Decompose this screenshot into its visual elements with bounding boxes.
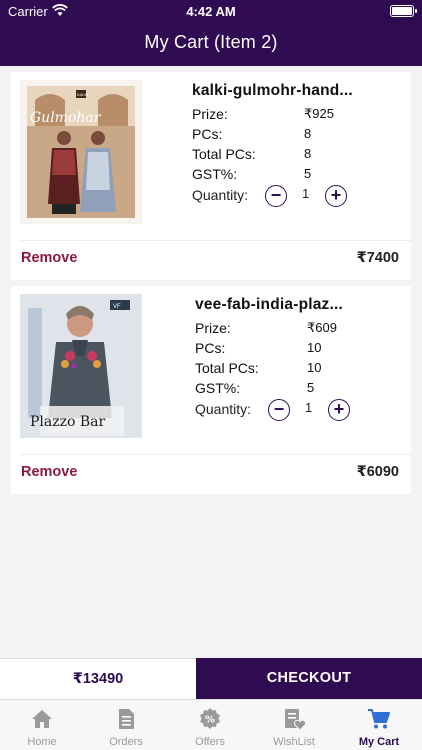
pcs-label: PCs: [192, 126, 223, 142]
product-name[interactable]: kalki-gulmohr-hand... [192, 82, 402, 100]
pcs-row: PCs: 8 [192, 124, 402, 144]
increase-quantity-button[interactable]: + [325, 185, 347, 207]
tab-wishlist[interactable]: WishList [252, 700, 336, 750]
wishlist-icon [285, 709, 306, 731]
cart-item-card: VF Plazzo Bar vee-fab-india-plaz... Priz… [11, 286, 411, 494]
pcs-value: 8 [304, 126, 312, 141]
remove-button[interactable]: Remove [21, 250, 77, 266]
price-value: ₹609 [307, 320, 337, 335]
price-label: Prize: [195, 320, 231, 336]
pcs-value: 10 [307, 340, 322, 355]
increase-quantity-button[interactable]: + [328, 399, 350, 421]
gst-row: GST%: 5 [192, 164, 402, 184]
status-bar: Carrier 4:42 AM [0, 0, 422, 22]
remove-button[interactable]: Remove [21, 464, 77, 480]
tab-label: Offers [195, 736, 225, 748]
gst-row: GST%: 5 [195, 378, 405, 398]
home-icon [32, 710, 52, 728]
tab-label: Orders [109, 736, 143, 748]
price-label: Prize: [192, 106, 228, 122]
quantity-stepper: Quantity: − 1 + [195, 398, 405, 421]
decrease-quantity-button[interactable]: − [268, 399, 290, 421]
tab-my-cart[interactable]: My Cart [337, 700, 421, 750]
total-pcs-label: Total PCs: [195, 360, 259, 376]
checkout-bar: ₹13490 CHECKOUT [0, 658, 422, 699]
thumb-caption: Plazzo Bar [30, 414, 106, 430]
tab-orders[interactable]: Orders [84, 700, 168, 750]
product-image: KALKI [20, 80, 142, 224]
gst-label: GST%: [192, 166, 238, 182]
status-time: 4:42 AM [186, 4, 236, 19]
cart-item-card: KALKI Gulmohar kalki-gulmohr-hand... Pri… [11, 72, 411, 280]
gst-label: GST%: [195, 380, 241, 396]
product-name[interactable]: vee-fab-india-plaz... [195, 296, 405, 314]
tab-offers[interactable]: % Offers [168, 700, 252, 750]
total-pcs-row: Total PCs: 10 [195, 358, 405, 378]
tab-bar: Home Orders % Offers WishList My Cart [0, 699, 422, 750]
total-pcs-value: 10 [307, 360, 322, 375]
price-value: ₹925 [304, 106, 334, 121]
product-thumbnail[interactable]: VF Plazzo Bar [20, 294, 142, 438]
cart-icon [368, 709, 390, 729]
total-pcs-row: Total PCs: 8 [192, 144, 402, 164]
tab-label: My Cart [358, 736, 400, 748]
product-info: vee-fab-india-plaz... Prize: ₹609 PCs: 1… [195, 296, 405, 421]
gst-value: 5 [307, 380, 315, 395]
battery-icon [390, 5, 417, 17]
checkout-button[interactable]: CHECKOUT [196, 658, 422, 699]
price-row: Prize: ₹925 [192, 104, 402, 124]
pcs-label: PCs: [195, 340, 226, 356]
page-title: My Cart (Item 2) [144, 32, 278, 52]
gst-value: 5 [304, 166, 312, 181]
total-pcs-label: Total PCs: [192, 146, 256, 162]
quantity-label: Quantity: [195, 401, 252, 417]
total-pcs-value: 8 [304, 146, 312, 161]
svg-text:%: % [205, 715, 215, 726]
brand-mark: KALKI [77, 92, 88, 97]
offers-icon: % [200, 708, 220, 729]
divider [21, 454, 411, 455]
tab-label: WishList [273, 736, 315, 748]
price-row: Prize: ₹609 [195, 318, 405, 338]
product-thumbnail[interactable]: KALKI Gulmohar [20, 80, 142, 224]
orders-icon [119, 709, 134, 729]
item-subtotal: ₹7400 [356, 250, 399, 266]
pcs-row: PCs: 10 [195, 338, 405, 358]
item-subtotal: ₹6090 [356, 464, 399, 480]
tab-home[interactable]: Home [0, 700, 84, 750]
quantity-label: Quantity: [192, 187, 249, 203]
cart-total: ₹13490 [0, 658, 196, 699]
decrease-quantity-button[interactable]: − [265, 185, 287, 207]
top-bar: Carrier 4:42 AM My Cart (Item 2) [0, 0, 422, 66]
quantity-value: 1 [302, 186, 310, 201]
quantity-value: 1 [305, 400, 313, 415]
tab-label: Home [27, 736, 57, 748]
divider [21, 240, 411, 241]
brand-mark: VF [113, 304, 121, 310]
quantity-stepper: Quantity: − 1 + [192, 184, 402, 207]
product-info: kalki-gulmohr-hand... Prize: ₹925 PCs: 8… [192, 82, 402, 207]
thumb-caption: Gulmohar [30, 110, 101, 126]
